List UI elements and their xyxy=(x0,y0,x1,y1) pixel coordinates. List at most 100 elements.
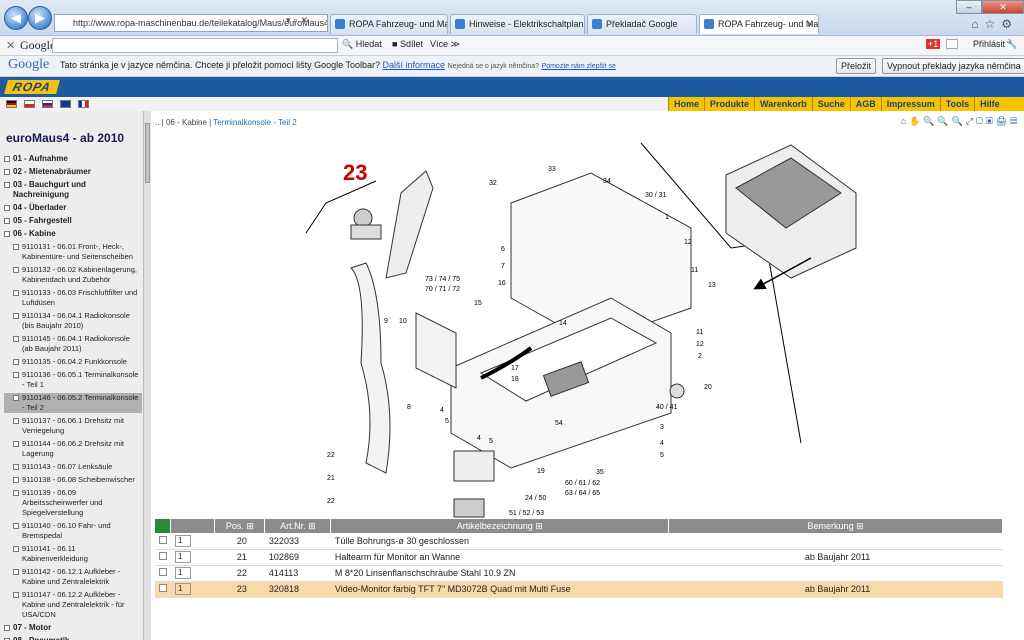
disable-translation-button[interactable]: Vypnout překlady jazyka němčina xyxy=(882,58,1024,74)
sidebar-item[interactable]: 9110145 - 06.04.1 Radiokonsole (ab Bauja… xyxy=(4,334,142,354)
vice-button[interactable]: Více ≫ xyxy=(430,39,460,50)
qty-input[interactable]: 1 xyxy=(174,534,191,547)
expand-icon[interactable] xyxy=(13,464,19,470)
expand-icon[interactable] xyxy=(13,490,19,496)
expand-icon[interactable] xyxy=(13,313,19,319)
sidebar-item[interactable]: 9110131 - 06.01 Front-, Heck-, Kabinentü… xyxy=(4,242,142,262)
sidebar-item[interactable]: 04 - Überlader xyxy=(4,203,142,213)
menu-tools[interactable]: Tools xyxy=(939,97,974,111)
flag-ru-icon[interactable] xyxy=(42,100,53,108)
translate-button[interactable]: Přeložit xyxy=(836,58,877,74)
expand-icon[interactable] xyxy=(13,546,19,552)
row-checkbox[interactable] xyxy=(159,535,167,544)
wrench-icon[interactable]: 🔧 xyxy=(1006,39,1017,50)
expand-icon[interactable] xyxy=(13,441,19,447)
col-pos[interactable]: Pos. ⊞ xyxy=(214,519,266,533)
sidebar-item[interactable]: 9110147 - 06.12.2 Aufkleber - Kabine und… xyxy=(4,590,142,620)
tab-3[interactable]: Překladač Google xyxy=(587,14,697,34)
sidebar-item[interactable]: 9110142 - 06.12.1 Aufkleber - Kabine und… xyxy=(4,567,142,587)
help-link[interactable]: Pomozte nám zlepšit se xyxy=(542,63,616,70)
google-search-input[interactable] xyxy=(52,38,338,53)
ropa-logo[interactable]: ROPA xyxy=(4,80,60,94)
sidebar-item[interactable]: 02 - Mietenabräumer xyxy=(4,167,142,177)
breadcrumb-prefix[interactable]: .. | 06 - Kabine | xyxy=(155,118,211,127)
table-row[interactable]: 1 21 102869 Haltearm für Monitor an Wanne ab… xyxy=(155,549,1003,566)
expand-icon[interactable] xyxy=(4,156,10,162)
tab-2[interactable]: Hinweise - Elektrikschaltplan xyxy=(450,14,585,34)
table-row[interactable]: 1 22 414113 M 8*20 Linsenflanschschraube St… xyxy=(155,565,1003,582)
forward-button[interactable]: ▶ xyxy=(28,6,52,30)
expand-icon[interactable] xyxy=(4,625,10,631)
diagram-tools[interactable]: ⌂✋🔍🔍🔍⤢▢▣🖨▤ xyxy=(901,116,1020,127)
parts-diagram[interactable]: 23 32333430 / 311121113671673 / 74 / 757… xyxy=(151,133,1024,519)
expand-icon[interactable] xyxy=(4,182,10,188)
sdilet-button[interactable]: ■ Sdílet xyxy=(392,39,423,49)
menu-agb[interactable]: AGB xyxy=(849,97,881,111)
sidebar-item[interactable]: 9110137 - 06.06.1 Drehsitz mit Verriegel… xyxy=(4,416,142,436)
expand-icon[interactable] xyxy=(13,523,19,529)
tab-1[interactable]: ROPA Fahrzeug- und Maschin... xyxy=(330,14,448,34)
col-bem[interactable]: Bemerkung ⊞ xyxy=(668,519,1003,533)
menu-impressum[interactable]: Impressum xyxy=(880,97,940,111)
sidebar-item[interactable]: 9110132 - 06.02 Kabinenlagerung, Kabinen… xyxy=(4,265,142,285)
expand-icon[interactable] xyxy=(4,231,10,237)
select-all-checkbox[interactable] xyxy=(155,519,172,533)
expand-icon[interactable] xyxy=(4,205,10,211)
table-row[interactable]: 1 23 320818 Video-Monitor farbig TFT 7" MD3… xyxy=(155,581,1003,598)
col-artnr[interactable]: Art.Nr. ⊞ xyxy=(264,519,332,533)
close-toolbar-icon[interactable]: ✕ xyxy=(6,39,15,52)
close-tab-icon[interactable]: ✕ xyxy=(806,15,814,33)
expand-icon[interactable] xyxy=(4,169,10,175)
sidebar-item[interactable]: 07 - Motor xyxy=(4,623,142,633)
toolbar-box-icon[interactable] xyxy=(946,39,958,49)
back-button[interactable]: ◀ xyxy=(4,6,28,30)
sidebar-item[interactable]: 9110144 - 06.06.2 Drehsitz mit Lagerung xyxy=(4,439,142,459)
qty-input[interactable]: 1 xyxy=(174,583,191,595)
expand-icon[interactable] xyxy=(13,267,19,273)
sidebar-scrollbar[interactable] xyxy=(143,111,151,640)
sidebar-item[interactable]: 9110135 - 06.04.2 Funkkonsole xyxy=(4,357,142,367)
sidebar-item[interactable]: 9110138 - 06.08 Scheibenwischer xyxy=(4,475,142,485)
flag-fr-icon[interactable] xyxy=(78,100,89,108)
login-link[interactable]: Přihlásit xyxy=(973,39,1005,49)
expand-icon[interactable] xyxy=(13,592,19,598)
menu-home[interactable]: Home xyxy=(668,97,704,111)
expand-icon[interactable] xyxy=(13,372,19,378)
sidebar-item[interactable]: 9110136 - 06.05.1 Terminalkonsole - Teil… xyxy=(4,370,142,390)
expand-icon[interactable] xyxy=(4,218,10,224)
flag-uk-icon[interactable] xyxy=(60,100,71,108)
row-checkbox[interactable] xyxy=(159,552,167,560)
expand-icon[interactable] xyxy=(13,336,19,342)
tab-4[interactable]: ROPA Fahrzeug- und Masc...✕ xyxy=(699,14,819,34)
expand-icon[interactable] xyxy=(13,290,19,296)
close-window-button[interactable]: ✕ xyxy=(982,0,1024,14)
flag-de-icon[interactable] xyxy=(6,100,17,108)
more-info-link[interactable]: Další informace xyxy=(383,60,446,70)
expand-icon[interactable] xyxy=(13,477,19,483)
menu-produkte[interactable]: Produkte xyxy=(704,97,754,111)
favorites-icons[interactable]: ⌂☆⚙ xyxy=(971,17,1018,31)
expand-icon[interactable] xyxy=(13,359,19,365)
menu-warenkorb[interactable]: Warenkorb xyxy=(754,97,812,111)
sidebar-item[interactable]: 03 - Bauchgurt und Nachreinigung xyxy=(4,180,142,200)
expand-icon[interactable] xyxy=(13,395,19,401)
minimize-button[interactable]: – xyxy=(956,0,982,14)
sidebar-item[interactable]: 9110146 - 06.05.2 Terminalkonsole - Teil… xyxy=(4,393,142,413)
hledat-button[interactable]: 🔍 Hledat xyxy=(342,39,382,50)
expand-icon[interactable] xyxy=(13,418,19,424)
expand-icon[interactable] xyxy=(13,244,19,250)
address-tools-icon[interactable]: ▾ ⌕ ✕ xyxy=(286,15,308,26)
sidebar-item[interactable]: 9110139 - 06.09 Arbeitsscheinwerfer und … xyxy=(4,488,142,518)
sidebar-item[interactable]: 06 - Kabine xyxy=(4,229,142,239)
plus-one-icon[interactable]: +1 xyxy=(926,39,941,49)
sidebar-item[interactable]: 01 - Aufnahme xyxy=(4,154,142,164)
col-bez[interactable]: Artikelbezeichnung ⊞ xyxy=(330,519,670,533)
not-german-link[interactable]: Nejedná se o jazyk němčina? xyxy=(448,63,539,70)
sidebar-item[interactable]: 9110143 - 06.07 Lenksäule xyxy=(4,462,142,472)
sidebar-item[interactable]: 9110141 - 06.11 Kabinenverkleidung xyxy=(4,544,142,564)
sidebar-item[interactable]: 05 - Fahrgestell xyxy=(4,216,142,226)
scroll-thumb[interactable] xyxy=(145,123,150,183)
sidebar-item[interactable]: 08 - Pneumatik xyxy=(4,636,142,640)
sidebar-item[interactable]: 9110140 - 06.10 Fahr- und Bremspedal xyxy=(4,521,142,541)
qty-input[interactable]: 1 xyxy=(174,551,191,563)
